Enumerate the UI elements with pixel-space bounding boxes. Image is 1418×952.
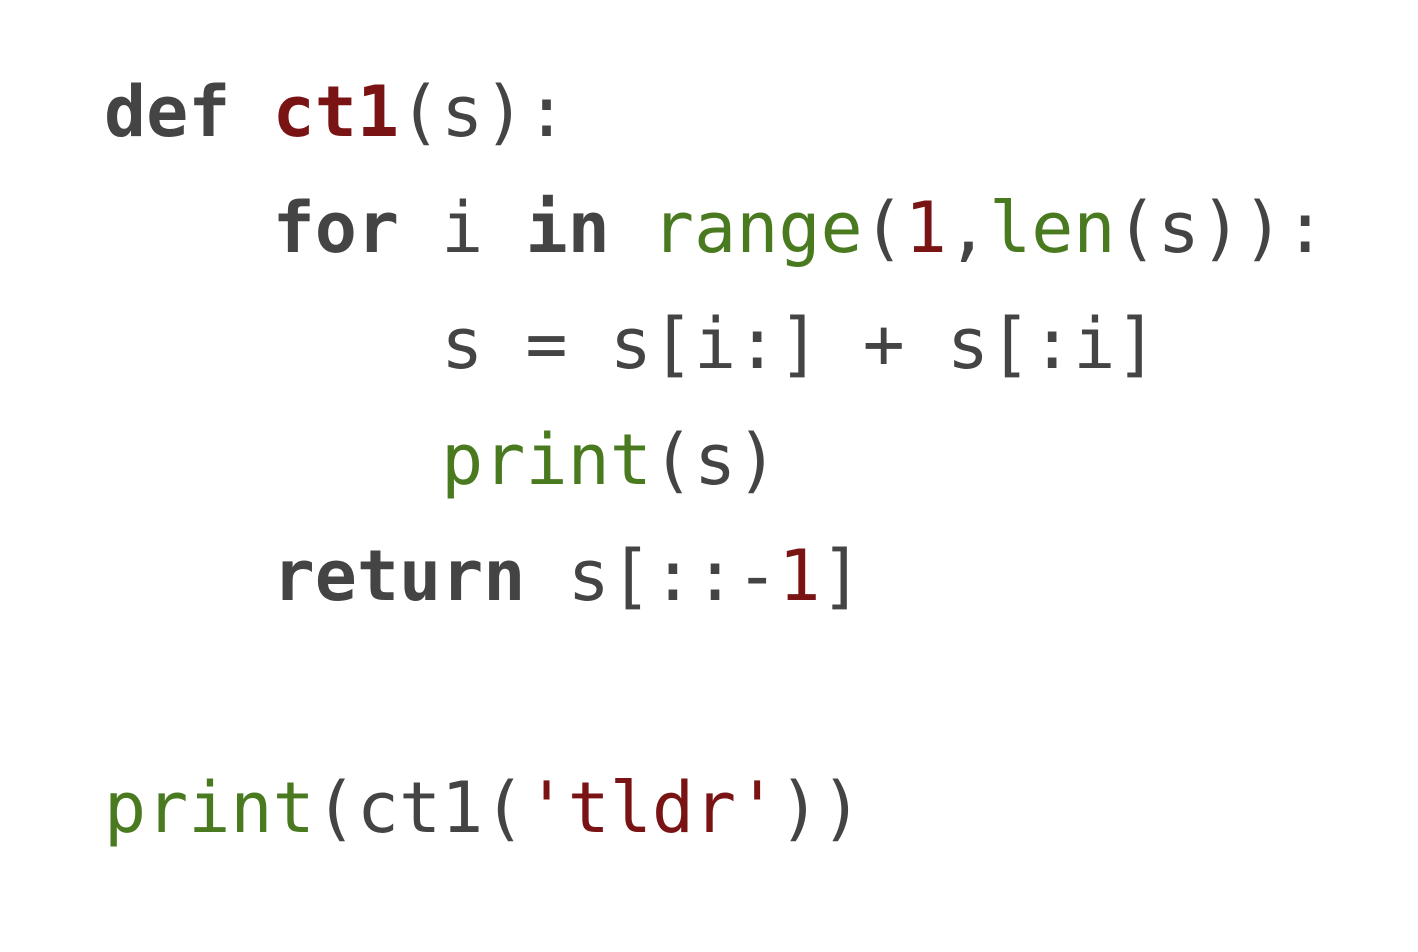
code-line-1: def ct1(s): (104, 54, 1326, 170)
code-token-default: s[::- (525, 535, 779, 617)
code-token-default (610, 187, 652, 269)
code-token-default: ( (862, 187, 905, 269)
code-token-default (104, 187, 273, 269)
code-token-builtin: print (104, 767, 315, 849)
code-token-literal: 1 (904, 187, 947, 269)
code-token-keyword: in (525, 187, 610, 269)
code-token-default: , (946, 187, 990, 269)
code-line-4: print(s) (104, 402, 1326, 518)
code-token-default: i (399, 187, 526, 269)
code-token-default (230, 71, 272, 153)
code-token-default: ] (820, 535, 863, 617)
code-line-3: s = s[i:] + s[:i] (104, 286, 1326, 402)
code-token-keyword: def (104, 71, 231, 153)
code-token-default: s = s[i:] + s[:i] (104, 303, 1158, 385)
code-token-keyword: return (272, 535, 526, 617)
code-token-builtin: print (441, 419, 652, 501)
code-line-7: print(ct1('tldr')) (104, 750, 1326, 866)
code-token-builtin: range (651, 187, 863, 269)
code-token-default (104, 419, 441, 501)
code-token-default: (ct1( (314, 767, 526, 849)
code-block: def ct1(s): for i in range(1,len(s)): s … (104, 54, 1326, 866)
code-token-default: (s)): (1115, 187, 1327, 269)
code-token-default: (s): (399, 71, 568, 153)
code-token-builtin: len (989, 187, 1116, 269)
code-token-default: )) (778, 767, 863, 849)
code-token-keyword: for (272, 187, 400, 269)
code-token-literal: 1 (778, 535, 821, 617)
code-line-2: for i in range(1,len(s)): (104, 170, 1327, 286)
code-token-default: (s) (651, 419, 779, 501)
code-line-5: return s[::-1] (104, 518, 1326, 634)
code-token-default (104, 535, 273, 617)
code-token-fn-def: ct1 (272, 71, 400, 153)
code-token-literal: 'tldr' (525, 767, 779, 849)
